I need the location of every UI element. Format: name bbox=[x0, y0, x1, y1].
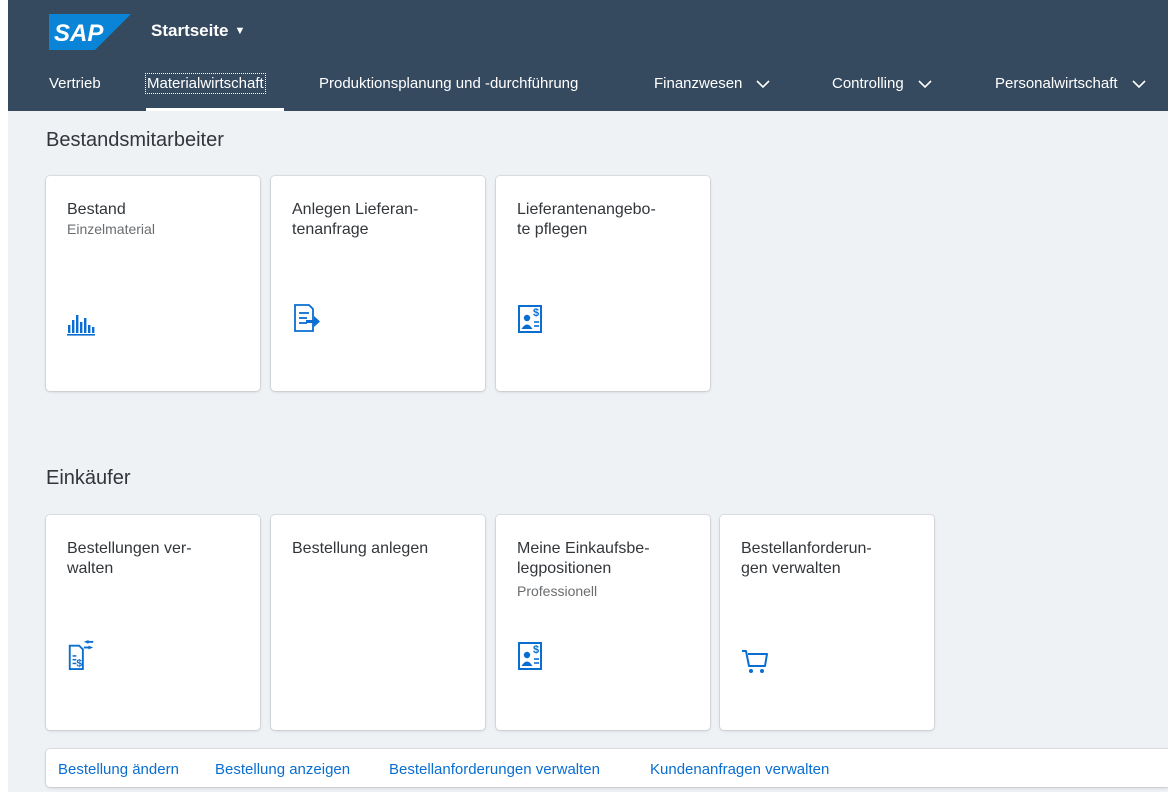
tile-bestellungen-verwalten[interactable]: Bestellungen ver- walten $ bbox=[46, 515, 260, 730]
supplier-quote-icon: $ bbox=[518, 642, 542, 670]
svg-text:$: $ bbox=[533, 644, 539, 656]
chevron-down-icon bbox=[756, 79, 770, 88]
link-bestellanforderungen-verwalten[interactable]: Bestellanforderungen verwalten bbox=[389, 761, 600, 778]
svg-text:$: $ bbox=[533, 307, 539, 319]
shell-header: SAP Startseite ▼ Vertrieb Materialwirtsc… bbox=[8, 0, 1168, 111]
tile-bestellung-anlegen[interactable]: Bestellung anlegen bbox=[271, 515, 485, 730]
tab-personalwirtschaft[interactable]: Personalwirtschaft bbox=[995, 75, 1146, 92]
tile-title: Lieferantenangebo- te pflegen bbox=[517, 201, 656, 238]
tab-produktionsplanung[interactable]: Produktionsplanung und -durchführung bbox=[319, 75, 578, 92]
top-bar: SAP Startseite ▼ bbox=[8, 0, 1168, 62]
tab-label: Materialwirtschaft bbox=[147, 75, 264, 92]
tile-title: Bestellanforderun- gen verwalten bbox=[741, 540, 872, 577]
tile-title: Bestand bbox=[67, 201, 126, 218]
group-title-bestandsmitarbeiter: Bestandsmitarbeiter bbox=[46, 129, 224, 151]
tab-label: Finanzwesen bbox=[654, 75, 743, 92]
tab-bar: Vertrieb Materialwirtschaft Produktionsp… bbox=[8, 62, 1168, 111]
tile-title: Bestellung anlegen bbox=[292, 540, 429, 557]
chevron-down-icon bbox=[1131, 79, 1146, 88]
home-title-label: Startseite bbox=[151, 21, 229, 40]
links-bar: Bestellung ändern Bestellung anzeigen Be… bbox=[46, 749, 1168, 787]
tile-title: Bestellungen ver- walten bbox=[67, 540, 192, 577]
tile-subtitle: Einzelmaterial bbox=[67, 221, 155, 237]
caret-down-icon: ▼ bbox=[234, 25, 246, 37]
logo-text: SAP bbox=[54, 20, 104, 47]
group-title-einkaeufer: Einkäufer bbox=[46, 467, 131, 489]
shopping-cart-icon bbox=[742, 650, 768, 673]
tile-bestellanforderungen-verwalten[interactable]: Bestellanforderun- gen verwalten bbox=[720, 515, 934, 730]
tab-label: Produktionsplanung und -durchführung bbox=[319, 75, 579, 92]
tab-label: Controlling bbox=[832, 75, 904, 92]
tile-title: Meine Einkaufsbe- legpositionen bbox=[517, 540, 650, 577]
svg-text:$: $ bbox=[76, 658, 82, 669]
tile-meine-einkaufsbelegpositionen[interactable]: Meine Einkaufsbe- legpositionen Professi… bbox=[496, 515, 710, 730]
tab-vertrieb[interactable]: Vertrieb bbox=[49, 75, 101, 92]
tile-subtitle: Professionell bbox=[517, 583, 598, 599]
selected-tab-indicator bbox=[146, 108, 284, 111]
link-bestellung-aendern[interactable]: Bestellung ändern bbox=[58, 761, 179, 778]
tile-bestand[interactable]: Bestand Einzelmaterial bbox=[46, 176, 260, 391]
supplier-quote-icon: $ bbox=[518, 305, 542, 333]
tab-controlling[interactable]: Controlling bbox=[832, 75, 932, 92]
page-left-edge bbox=[0, 0, 8, 792]
sap-logo[interactable]: SAP bbox=[49, 14, 131, 50]
link-bestellung-anzeigen[interactable]: Bestellung anzeigen bbox=[215, 761, 350, 778]
tile-title: Anlegen Lieferan- tenanfrage bbox=[292, 201, 419, 238]
request-list-icon bbox=[294, 304, 320, 332]
chevron-down-icon bbox=[918, 79, 932, 88]
tab-materialwirtschaft[interactable]: Materialwirtschaft bbox=[145, 73, 266, 94]
tab-label: Vertrieb bbox=[49, 75, 101, 92]
tile-anlegen-lieferantenanfrage[interactable]: Anlegen Lieferan- tenanfrage bbox=[271, 176, 485, 391]
tile-lieferantenangebote-pflegen[interactable]: Lieferantenangebo- te pflegen $ bbox=[496, 176, 710, 391]
home-title-menu[interactable]: Startseite ▼ bbox=[151, 21, 245, 41]
tab-label: Personalwirtschaft bbox=[995, 75, 1118, 92]
purchase-order-icon: $ bbox=[68, 640, 94, 670]
link-kundenanfragen-verwalten[interactable]: Kundenanfragen verwalten bbox=[650, 761, 829, 778]
bar-chart-icon bbox=[67, 315, 95, 336]
tab-finanzwesen[interactable]: Finanzwesen bbox=[654, 75, 770, 92]
